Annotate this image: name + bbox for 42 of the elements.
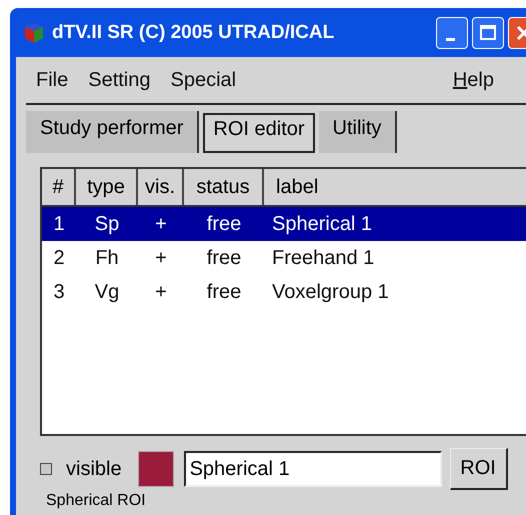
table-cell-text: Freehand 1	[271, 246, 374, 270]
checkbox-label: visible	[66, 458, 122, 480]
menu-item[interactable]: File	[26, 68, 78, 92]
maximize-icon	[478, 22, 498, 42]
table-cell-text: 1	[52, 212, 66, 236]
menu-item[interactable]: Setting	[78, 68, 160, 92]
tab[interactable]: Study performer	[26, 111, 200, 153]
name-field[interactable]: Spherical 1	[184, 451, 442, 487]
window-title: dTV.II SR (C) 2005 UTRAD/ICAL	[52, 22, 336, 44]
color-swatch[interactable]	[138, 451, 174, 487]
column-header[interactable]: vis.	[138, 169, 184, 205]
table-cell-text: +	[154, 280, 168, 304]
table-cell-text: free	[206, 212, 242, 236]
table-cell-text: Spherical 1	[271, 212, 372, 236]
table-cell-text: 3	[52, 280, 66, 304]
menu-item[interactable]: Help	[442, 68, 504, 92]
table-row[interactable]: 3 Vg + free Voxelgroup 1	[42, 275, 526, 309]
table-cell-text: Fh	[94, 246, 120, 270]
maximize-button[interactable]	[472, 16, 504, 48]
table-cell-text: Sp	[94, 212, 120, 236]
table-cell-text: 2	[52, 246, 66, 270]
column-header[interactable]: type	[76, 169, 138, 205]
table-row[interactable]: 2 Fh + free Freehand 1	[42, 241, 526, 275]
table-cell-text: +	[154, 246, 168, 270]
checkbox[interactable]	[40, 463, 52, 475]
column-header[interactable]: #	[42, 169, 76, 205]
table-cell-text: free	[206, 246, 242, 270]
table-cell-text: Vg	[94, 280, 120, 304]
minimize-button[interactable]	[436, 16, 468, 48]
minimize-icon	[446, 38, 454, 40]
table-cell-text: Voxelgroup 1	[271, 280, 389, 304]
roi-button[interactable]: ROI	[450, 448, 508, 490]
table-row[interactable]: 1 Sp + free Spherical 1	[42, 207, 526, 241]
section-label: Spherical ROI	[46, 492, 146, 510]
column-header[interactable]: label	[264, 169, 526, 205]
table-cell-text: free	[206, 280, 242, 304]
column-header[interactable]: status	[184, 169, 264, 205]
menu-item[interactable]: Special	[160, 68, 246, 92]
tab[interactable]: ROI editor	[203, 113, 315, 153]
cube-icon	[24, 22, 44, 44]
table-cell-text: +	[154, 212, 168, 236]
tab[interactable]: Utility	[318, 111, 398, 153]
